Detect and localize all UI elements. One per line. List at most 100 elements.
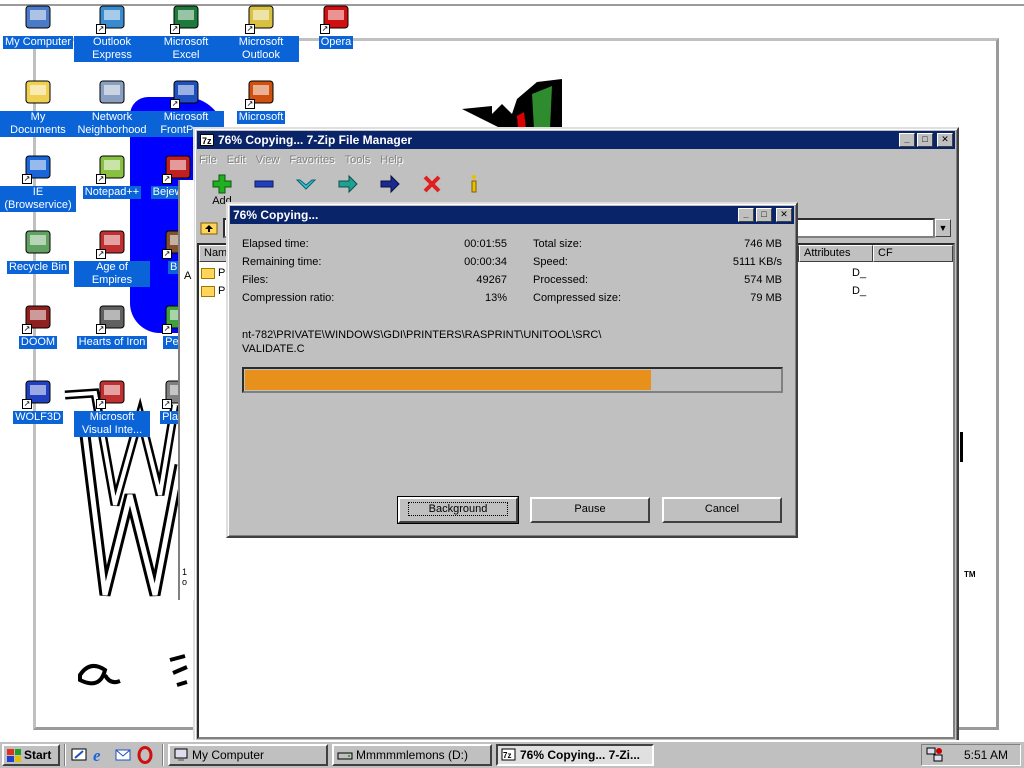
desktop-icon-label: My Computer [2, 36, 74, 49]
extract-minus-icon [254, 180, 274, 188]
taskbar-item-drive[interactable]: Mmmmmlemons (D:) [332, 744, 492, 766]
hearts-of-iron-icon: ↗ [96, 302, 128, 334]
ratio-label: Compression ratio: [242, 292, 335, 304]
menu-file[interactable]: File [199, 154, 217, 166]
desktop-icon-label: Opera [318, 36, 354, 49]
remaining-label: Remaining time: [242, 256, 322, 268]
current-file-path: nt-782\PRIVATE\WINDOWS\GDI\PRINTERS\RASP… [242, 329, 602, 341]
background-window-edge: A 1 o [178, 180, 194, 600]
recycle-bin-icon [22, 227, 54, 259]
progress-bar-fill [245, 370, 652, 390]
dialog-minimize-button[interactable]: _ [738, 208, 754, 222]
close-button[interactable]: ✕ [937, 133, 953, 147]
desktop-icon-label: DOOM [18, 336, 58, 349]
desktop-icon[interactable]: My Computer [0, 2, 76, 49]
start-label: Start [24, 748, 52, 762]
taskbar-separator [64, 744, 66, 766]
add-icon [212, 174, 232, 194]
delete-x-icon [423, 175, 441, 193]
folder-icon [201, 267, 215, 279]
shortcut-arrow-icon: ↗ [22, 174, 32, 184]
taskbar-item-label: My Computer [192, 748, 265, 762]
progress-titlebar[interactable]: 76% Copying... _ □ ✕ [230, 206, 794, 224]
desktop-icon[interactable]: ↗ WOLF3D [0, 377, 76, 424]
speed-label: Speed: [533, 256, 568, 268]
menu-tools[interactable]: Tools [345, 154, 371, 166]
desktop-icon-label: Microsoft Excel [148, 36, 224, 62]
menu-help[interactable]: Help [380, 154, 403, 166]
taskbar-item-my-computer[interactable]: My Computer [168, 744, 328, 766]
excel-icon: ↗ [170, 2, 202, 34]
start-button[interactable]: Start [2, 744, 60, 766]
cancel-button[interactable]: Cancel [662, 497, 782, 523]
show-desktop-icon[interactable] [70, 746, 88, 764]
desktop-icon-label: Notepad++ [82, 186, 142, 199]
my-computer-icon [22, 2, 54, 34]
shortcut-arrow-icon: ↗ [245, 99, 255, 109]
dialog-maximize-button[interactable]: □ [756, 208, 772, 222]
desktop-icon[interactable]: ↗ DOOM [0, 302, 76, 349]
taskbar-item-7zip[interactable]: 7z 76% Copying... 7-Zi... [496, 744, 654, 766]
elapsed-label: Elapsed time: [242, 238, 309, 250]
pause-button-label: Pause [574, 503, 606, 515]
outlook-icon: ↗ [245, 2, 277, 34]
background-window-label: A [184, 270, 192, 282]
column-header-attributes[interactable]: Attributes [799, 245, 873, 262]
desktop-icon-label: Hearts of Iron [76, 336, 148, 349]
desktop-icon[interactable]: ↗ Microsoft Outlook [223, 2, 299, 62]
menu-view[interactable]: View [256, 154, 280, 166]
shortcut-arrow-icon: ↗ [162, 399, 172, 409]
desktop-icon[interactable]: Network Neighborhood [74, 77, 150, 137]
column-header-crc[interactable]: CF [873, 245, 953, 262]
total-size-label: Total size: [533, 238, 582, 250]
path-dropdown-button[interactable]: ▼ [935, 219, 951, 237]
doom-icon: ↗ [22, 302, 54, 334]
sevenzip-small-icon: 7z [501, 748, 516, 761]
outlook-express-quicklaunch-icon[interactable] [114, 746, 132, 764]
desktop-icon[interactable]: ↗ Notepad++ [74, 152, 150, 199]
desktop-icon[interactable]: ↗ Microsoft [223, 77, 299, 124]
desktop-icon[interactable]: ↗ Hearts of Iron [74, 302, 150, 349]
folder-up-icon[interactable] [199, 218, 219, 238]
desktop-icon[interactable]: ↗ Outlook Express [74, 2, 150, 62]
compressed-size-label: Compressed size: [533, 292, 622, 304]
minimize-button[interactable]: _ [899, 133, 915, 147]
menu-favorites[interactable]: Favorites [289, 154, 334, 166]
ie-quicklaunch-icon[interactable]: e [92, 746, 110, 764]
desktop-icon[interactable]: ↗ IE (Browservice) [0, 152, 76, 212]
taskbar: Start e My Computer Mmmmmlemons (D:) 7z … [0, 740, 1024, 768]
background-button[interactable]: Background [397, 496, 519, 524]
desktop-icon[interactable]: ↗ Microsoft Excel [148, 2, 224, 62]
dialog-close-button[interactable]: ✕ [776, 208, 792, 222]
desktop-icon-label: Microsoft [236, 111, 286, 124]
progress-title: 76% Copying... [233, 208, 319, 222]
powerpoint-icon: ↗ [245, 77, 277, 109]
network-tray-icon[interactable] [926, 747, 944, 763]
pause-button[interactable]: Pause [530, 497, 650, 523]
progress-dialog[interactable]: 76% Copying... _ □ ✕ Elapsed time: 00:01… [226, 202, 798, 538]
taskbar-item-label: Mmmmmlemons (D:) [356, 748, 468, 762]
desktop-icon[interactable]: ↗ Age of Empires [74, 227, 150, 287]
menu-edit[interactable]: Edit [227, 154, 246, 166]
desktop-icon[interactable]: ↗ Opera [298, 2, 374, 49]
current-file-name: VALIDATE.C [242, 343, 305, 355]
shortcut-arrow-icon: ↗ [320, 24, 330, 34]
folder-icon [201, 285, 215, 297]
files-value: 49267 [476, 274, 507, 286]
desktop-icon[interactable]: Recycle Bin [0, 227, 76, 274]
desktop-icon[interactable]: ↗ Microsoft Visual Inte... [74, 377, 150, 437]
clock[interactable]: 5:51 AM [964, 748, 1008, 762]
maximize-button[interactable]: □ [917, 133, 933, 147]
files-label: Files: [242, 274, 269, 286]
opera-quicklaunch-icon[interactable] [136, 746, 154, 764]
svg-text:7z: 7z [503, 751, 511, 760]
file-manager-titlebar[interactable]: 7z 76% Copying... 7-Zip File Manager _ □… [197, 131, 955, 149]
background-button-label: Background [407, 502, 509, 516]
desktop-icon[interactable]: My Documents [0, 77, 76, 137]
frontpage-icon: ↗ [170, 77, 202, 109]
sevenzip-app-icon: 7z [200, 134, 214, 146]
age-of-empires-icon: ↗ [96, 227, 128, 259]
opera-icon: ↗ [320, 2, 352, 34]
system-tray: 5:51 AM [921, 744, 1021, 766]
list-item-attributes: D_ [852, 267, 867, 279]
